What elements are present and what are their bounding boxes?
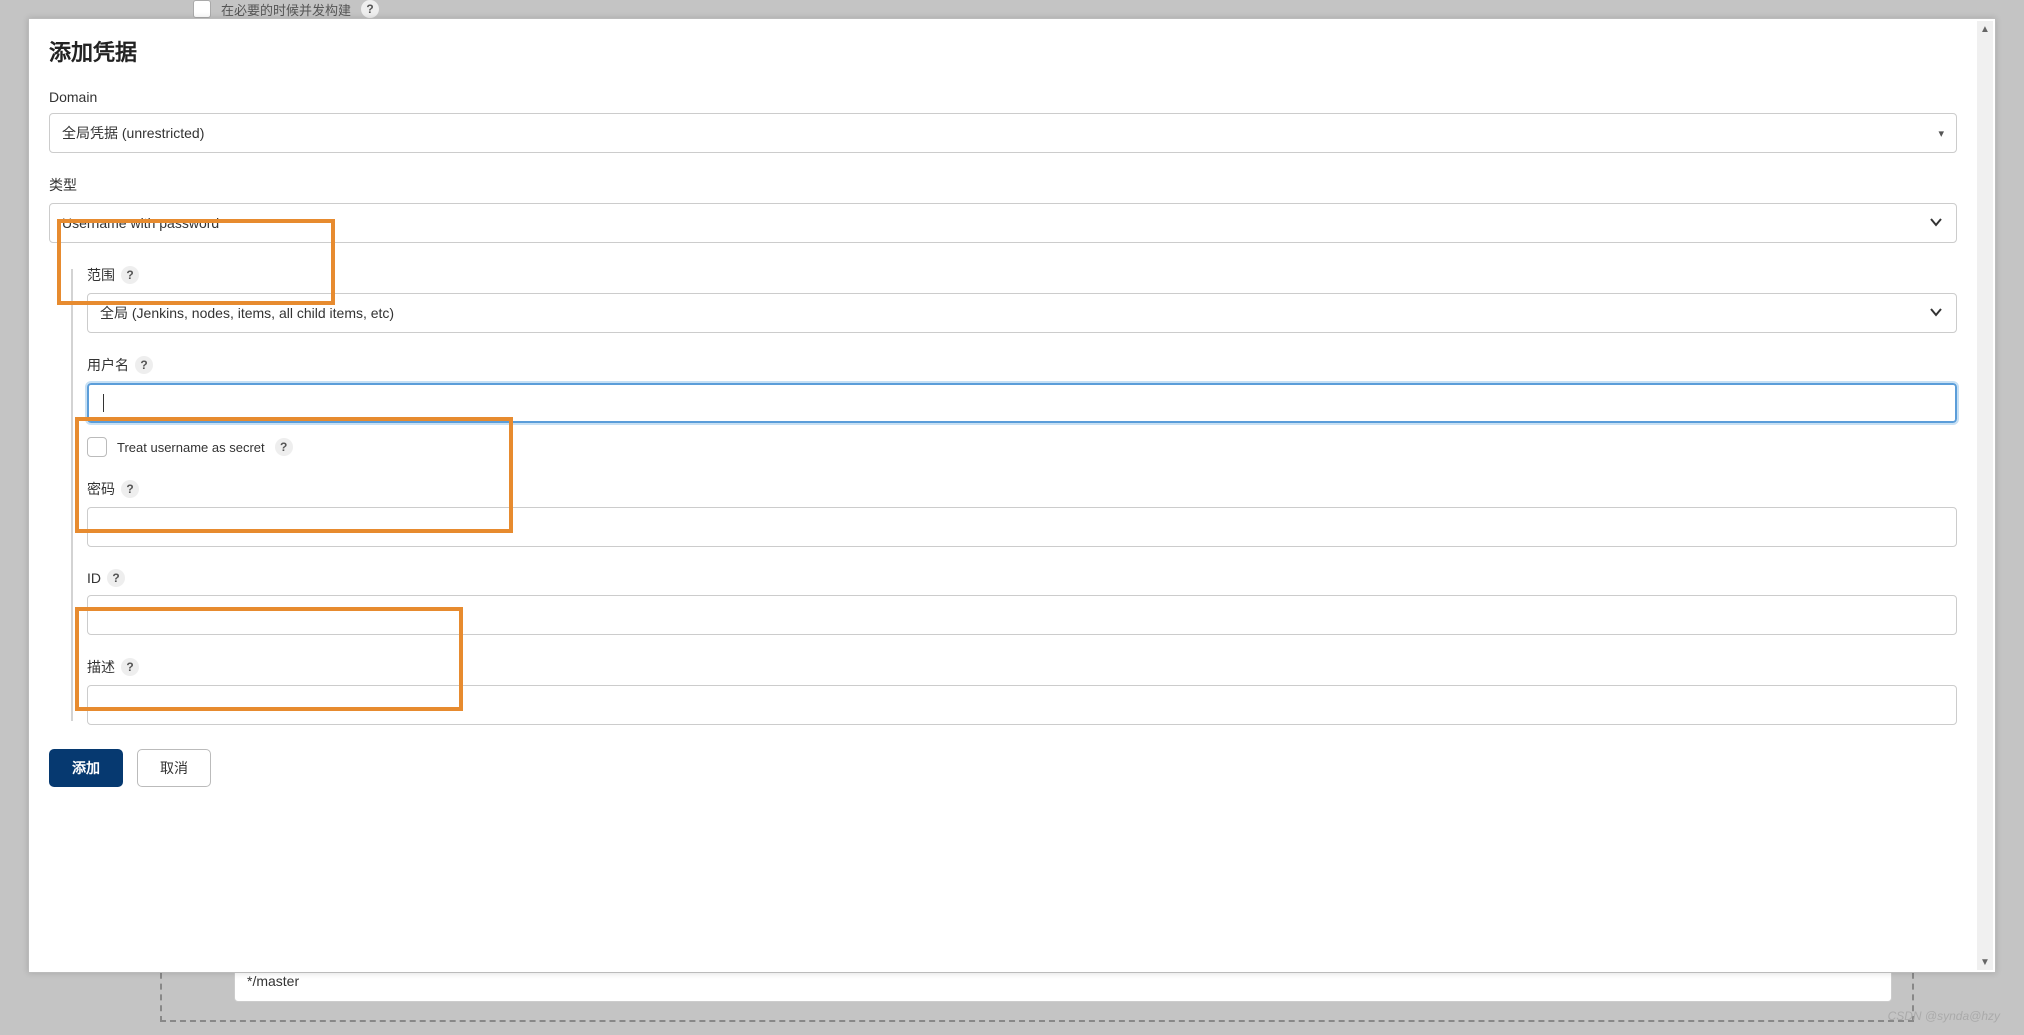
modal-actions: 添加 取消 [49, 749, 1957, 787]
help-icon[interactable]: ? [121, 480, 139, 498]
help-icon[interactable]: ? [361, 0, 379, 18]
domain-select[interactable]: 全局凭据 (unrestricted) ▾ [49, 113, 1957, 153]
bg-concurrent-build-row: 在必要的时候并发构建 ? [193, 0, 379, 18]
domain-label: Domain [49, 89, 1957, 105]
cancel-button[interactable]: 取消 [137, 749, 211, 787]
bg-branch-input-value: */master [247, 973, 299, 989]
description-section: 描述 ? [87, 657, 1957, 725]
scroll-up-arrow-icon[interactable]: ▲ [1977, 21, 1993, 37]
type-label: 类型 [49, 175, 1957, 195]
modal-title: 添加凭据 [49, 35, 1957, 67]
id-label: ID ? [87, 569, 1957, 587]
treat-username-secret-label: Treat username as secret [117, 440, 265, 455]
watermark: CSDN @synda@hzy [1888, 1009, 2000, 1023]
group-indent-line [71, 269, 73, 721]
password-label: 密码 ? [87, 479, 1957, 499]
chevron-down-icon [1928, 214, 1944, 233]
help-icon[interactable]: ? [121, 658, 139, 676]
id-section: ID ? [87, 569, 1957, 635]
username-label: 用户名 ? [87, 355, 1957, 375]
username-label-text: 用户名 [87, 355, 129, 375]
bg-concurrent-build-checkbox[interactable] [193, 0, 211, 18]
scope-label: 范围 ? [87, 265, 1957, 285]
chevron-down-icon: ▾ [1938, 127, 1944, 140]
domain-section: Domain 全局凭据 (unrestricted) ▾ [49, 89, 1957, 153]
treat-username-secret-checkbox[interactable] [87, 437, 107, 457]
type-select[interactable]: Username with password [49, 203, 1957, 243]
password-section: 密码 ? [87, 479, 1957, 547]
modal-content: 添加凭据 Domain 全局凭据 (unrestricted) ▾ 类型 Use… [29, 19, 1977, 972]
description-label-text: 描述 [87, 657, 115, 677]
add-button[interactable]: 添加 [49, 749, 123, 787]
scope-section: 范围 ? 全局 (Jenkins, nodes, items, all chil… [87, 265, 1957, 333]
description-input[interactable] [87, 685, 1957, 725]
scope-label-text: 范围 [87, 265, 115, 285]
treat-username-secret-row: Treat username as secret ? [87, 437, 1957, 457]
description-input-field[interactable] [100, 694, 1944, 716]
password-label-text: 密码 [87, 479, 115, 499]
description-label: 描述 ? [87, 657, 1957, 677]
bg-concurrent-build-label: 在必要的时候并发构建 [221, 0, 351, 19]
scroll-down-arrow-icon[interactable]: ▼ [1977, 954, 1993, 970]
type-select-value: Username with password [62, 215, 219, 231]
add-credentials-modal: 添加凭据 Domain 全局凭据 (unrestricted) ▾ 类型 Use… [28, 18, 1996, 973]
id-input[interactable] [87, 595, 1957, 635]
id-label-text: ID [87, 570, 101, 586]
password-input-field[interactable] [100, 516, 1944, 538]
username-input[interactable] [87, 383, 1957, 423]
scope-select[interactable]: 全局 (Jenkins, nodes, items, all child ite… [87, 293, 1957, 333]
chevron-down-icon [1928, 304, 1944, 323]
username-section: 用户名 ? Treat username as secret ? [87, 355, 1957, 457]
modal-scrollbar[interactable]: ▲ ▼ [1977, 21, 1993, 970]
id-input-field[interactable] [100, 604, 1944, 626]
help-icon[interactable]: ? [135, 356, 153, 374]
help-icon[interactable]: ? [275, 438, 293, 456]
password-input[interactable] [87, 507, 1957, 547]
help-icon[interactable]: ? [107, 569, 125, 587]
credential-details-group: 范围 ? 全局 (Jenkins, nodes, items, all chil… [49, 265, 1957, 725]
type-section: 类型 Username with password [49, 175, 1957, 243]
help-icon[interactable]: ? [121, 266, 139, 284]
domain-select-value: 全局凭据 (unrestricted) [62, 123, 204, 143]
scope-select-value: 全局 (Jenkins, nodes, items, all child ite… [100, 303, 394, 323]
